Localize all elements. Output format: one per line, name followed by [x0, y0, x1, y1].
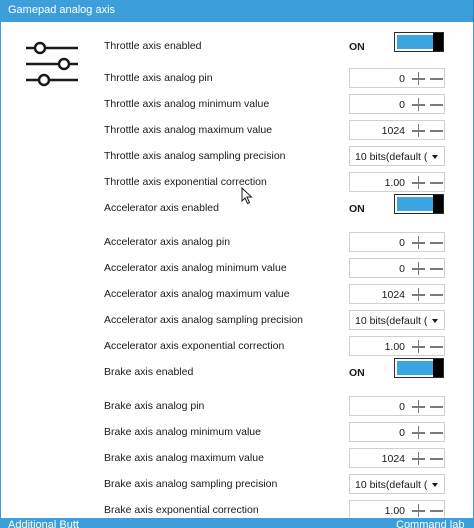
throttle-axis-analog-pin-label: Throttle axis analog pin: [104, 72, 213, 84]
plus-icon[interactable]: [412, 124, 425, 137]
chevron-down-icon[interactable]: [432, 155, 438, 159]
brake-axis-exponential-correction-stepper[interactable]: 1.00: [349, 500, 445, 520]
toggle-track-fill: [397, 197, 433, 211]
brake-axis-exponential-correction-value[interactable]: 1.00: [385, 505, 405, 517]
brake-axis-analog-maximum-value-stepper[interactable]: 1024: [349, 448, 445, 468]
accelerator-axis-analog-pin-stepper[interactable]: 0: [349, 232, 445, 252]
brake-axis-analog-pin-stepper[interactable]: 0: [349, 396, 445, 416]
throttle-axis-enabled-state-label: ON: [349, 41, 365, 53]
plus-icon[interactable]: [412, 236, 425, 249]
plus-icon[interactable]: [412, 504, 425, 517]
throttle-axis-enabled-label: Throttle axis enabled: [104, 40, 202, 52]
toggle-track-fill: [397, 35, 433, 49]
accelerator-axis-enabled-label: Accelerator axis enabled: [104, 202, 219, 214]
plus-icon[interactable]: [412, 72, 425, 85]
throttle-axis-exponential-correction-value[interactable]: 1.00: [385, 177, 405, 189]
accelerator-axis-enabled-state-label: ON: [349, 203, 365, 215]
brake-axis-analog-sampling-precision-label: Brake axis analog sampling precision: [104, 478, 278, 490]
toggle-thumb[interactable]: [433, 33, 443, 51]
plus-icon[interactable]: [412, 426, 425, 439]
throttle-axis-exponential-correction-stepper[interactable]: 1.00: [349, 172, 445, 192]
toggle-thumb[interactable]: [433, 359, 443, 377]
accelerator-axis-analog-pin-label: Accelerator axis analog pin: [104, 236, 231, 248]
minus-icon[interactable]: [430, 340, 443, 353]
throttle-axis-enabled-toggle[interactable]: [394, 32, 444, 52]
section-header: Gamepad analog axis: [0, 0, 474, 22]
brake-axis-analog-sampling-precision-selected-value: 10 bits(default (: [355, 479, 428, 491]
accelerator-axis-analog-pin-value[interactable]: 0: [399, 237, 405, 249]
throttle-axis-analog-pin-value[interactable]: 0: [399, 73, 405, 85]
throttle-axis-analog-sampling-precision-selected-value: 10 bits(default (: [355, 151, 428, 163]
accelerator-axis-analog-sampling-precision-label: Accelerator axis analog sampling precisi…: [104, 314, 304, 326]
throttle-axis-analog-minimum-value-label: Throttle axis analog minimum value: [104, 98, 270, 110]
chevron-down-icon[interactable]: [432, 483, 438, 487]
accelerator-axis-analog-maximum-value-stepper[interactable]: 1024: [349, 284, 445, 304]
next-section-title: Additional Butt: [8, 519, 79, 528]
brake-axis-analog-minimum-value-value[interactable]: 0: [399, 427, 405, 439]
minus-icon[interactable]: [430, 262, 443, 275]
accelerator-axis-analog-sampling-precision-select[interactable]: 10 bits(default (: [349, 310, 445, 330]
minus-icon[interactable]: [430, 72, 443, 85]
plus-icon[interactable]: [412, 176, 425, 189]
throttle-axis-analog-maximum-value-stepper[interactable]: 1024: [349, 120, 445, 140]
brake-axis-enabled-state-label: ON: [349, 367, 365, 379]
plus-icon[interactable]: [412, 452, 425, 465]
panel-left-border: [0, 22, 1, 518]
next-section-header: Additional Butt Command lab: [0, 518, 474, 528]
accelerator-axis-exponential-correction-stepper[interactable]: 1.00: [349, 336, 445, 356]
minus-icon[interactable]: [430, 452, 443, 465]
brake-axis-analog-pin-label: Brake axis analog pin: [104, 400, 205, 412]
throttle-axis-analog-pin-stepper[interactable]: 0: [349, 68, 445, 88]
accelerator-axis-analog-maximum-value-value[interactable]: 1024: [382, 289, 405, 301]
chevron-down-icon[interactable]: [432, 319, 438, 323]
plus-icon[interactable]: [412, 262, 425, 275]
toggle-thumb[interactable]: [433, 195, 443, 213]
plus-icon[interactable]: [412, 288, 425, 301]
brake-axis-enabled-toggle[interactable]: [394, 358, 444, 378]
brake-axis-analog-pin-value[interactable]: 0: [399, 401, 405, 413]
minus-icon[interactable]: [430, 124, 443, 137]
minus-icon[interactable]: [430, 426, 443, 439]
brake-axis-analog-minimum-value-stepper[interactable]: 0: [349, 422, 445, 442]
accelerator-axis-analog-minimum-value-stepper[interactable]: 0: [349, 258, 445, 278]
brake-axis-analog-maximum-value-label: Brake axis analog maximum value: [104, 452, 264, 464]
accelerator-axis-analog-sampling-precision-selected-value: 10 bits(default (: [355, 315, 428, 327]
accelerator-axis-analog-maximum-value-label: Accelerator axis analog maximum value: [104, 288, 290, 300]
brake-axis-analog-maximum-value-value[interactable]: 1024: [382, 453, 405, 465]
minus-icon[interactable]: [430, 504, 443, 517]
minus-icon[interactable]: [430, 236, 443, 249]
accelerator-axis-analog-minimum-value-value[interactable]: 0: [399, 263, 405, 275]
throttle-axis-analog-sampling-precision-label: Throttle axis analog sampling precision: [104, 150, 286, 162]
accelerator-axis-enabled-toggle[interactable]: [394, 194, 444, 214]
throttle-axis-analog-minimum-value-stepper[interactable]: 0: [349, 94, 445, 114]
brake-axis-exponential-correction-label: Brake axis exponential correction: [104, 504, 259, 516]
throttle-axis-analog-minimum-value-value[interactable]: 0: [399, 99, 405, 111]
minus-icon[interactable]: [430, 176, 443, 189]
throttle-axis-analog-sampling-precision-select[interactable]: 10 bits(default (: [349, 146, 445, 166]
accelerator-axis-exponential-correction-label: Accelerator axis exponential correction: [104, 340, 285, 352]
minus-icon[interactable]: [430, 400, 443, 413]
minus-icon[interactable]: [430, 98, 443, 111]
toggle-track-fill: [397, 361, 433, 375]
throttle-axis-analog-maximum-value-value[interactable]: 1024: [382, 125, 405, 137]
section-title: Gamepad analog axis: [8, 4, 116, 16]
sliders-icon: [26, 41, 78, 87]
brake-axis-enabled-label: Brake axis enabled: [104, 366, 194, 378]
accelerator-axis-exponential-correction-value[interactable]: 1.00: [385, 341, 405, 353]
plus-icon[interactable]: [412, 400, 425, 413]
brake-axis-analog-minimum-value-label: Brake axis analog minimum value: [104, 426, 261, 438]
plus-icon[interactable]: [412, 98, 425, 111]
accelerator-axis-analog-minimum-value-label: Accelerator axis analog minimum value: [104, 262, 287, 274]
minus-icon[interactable]: [430, 288, 443, 301]
throttle-axis-analog-maximum-value-label: Throttle axis analog maximum value: [104, 124, 273, 136]
plus-icon[interactable]: [412, 340, 425, 353]
mouse-pointer-icon: [241, 187, 253, 205]
next-section-right-label: Command lab: [396, 519, 465, 528]
brake-axis-analog-sampling-precision-select[interactable]: 10 bits(default (: [349, 474, 445, 494]
